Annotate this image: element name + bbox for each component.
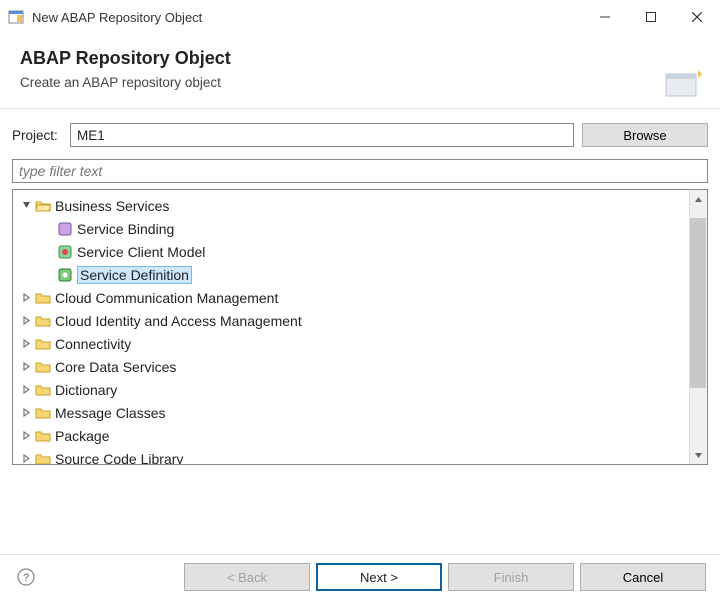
cancel-button[interactable]: Cancel xyxy=(580,563,706,591)
scroll-up-icon[interactable] xyxy=(690,190,707,208)
chevron-right-icon xyxy=(19,429,33,443)
minimize-button[interactable] xyxy=(582,1,628,33)
tree-node-service-binding[interactable]: Service Binding xyxy=(13,217,707,240)
project-label: Project: xyxy=(12,128,62,143)
tree-node-service-definition[interactable]: Service Definition xyxy=(13,263,707,286)
tree-scrollbar[interactable] xyxy=(689,190,707,464)
chevron-right-icon xyxy=(19,452,33,465)
filter-input[interactable] xyxy=(12,159,708,183)
app-icon xyxy=(8,9,24,25)
folder-icon xyxy=(35,405,51,421)
tree-node[interactable]: Source Code Library xyxy=(13,447,707,464)
page-subtitle: Create an ABAP repository object xyxy=(20,75,700,90)
tree-label: Message Classes xyxy=(55,405,166,421)
maximize-button[interactable] xyxy=(628,1,674,33)
banner-icon xyxy=(662,68,702,100)
chevron-right-icon xyxy=(19,314,33,328)
project-input[interactable] xyxy=(70,123,574,147)
folder-icon xyxy=(35,336,51,352)
tree-label: Service Binding xyxy=(77,221,174,237)
chevron-right-icon xyxy=(19,406,33,420)
wizard-header: ABAP Repository Object Create an ABAP re… xyxy=(0,34,720,109)
tree-label: Service Definition xyxy=(77,266,192,284)
folder-icon xyxy=(35,428,51,444)
tree-node[interactable]: Cloud Identity and Access Management xyxy=(13,309,707,332)
folder-icon xyxy=(35,313,51,329)
service-client-icon xyxy=(57,244,73,260)
chevron-right-icon xyxy=(19,360,33,374)
folder-icon xyxy=(35,290,51,306)
button-bar: ? < Back Next > Finish Cancel xyxy=(0,554,720,599)
tree-node[interactable]: Package xyxy=(13,424,707,447)
scroll-thumb[interactable] xyxy=(690,218,706,388)
chevron-right-icon xyxy=(19,291,33,305)
tree-node[interactable]: Message Classes xyxy=(13,401,707,424)
chevron-right-icon xyxy=(19,383,33,397)
tree-node[interactable]: Core Data Services xyxy=(13,355,707,378)
back-button: < Back xyxy=(184,563,310,591)
tree-node-service-client-model[interactable]: Service Client Model xyxy=(13,240,707,263)
help-button[interactable]: ? xyxy=(14,565,38,589)
window-title: New ABAP Repository Object xyxy=(32,10,582,25)
svg-text:?: ? xyxy=(23,572,29,584)
tree-label: Cloud Identity and Access Management xyxy=(55,313,302,329)
tree-label: Dictionary xyxy=(55,382,117,398)
page-title: ABAP Repository Object xyxy=(20,48,700,69)
tree-node[interactable]: Connectivity xyxy=(13,332,707,355)
project-row: Project: Browse xyxy=(0,109,720,155)
tree-label: Business Services xyxy=(55,198,169,214)
tree-label: Source Code Library xyxy=(55,451,183,465)
folder-icon xyxy=(35,382,51,398)
chevron-down-icon xyxy=(19,199,33,213)
tree-label: Cloud Communication Management xyxy=(55,290,278,306)
tree-node-business-services[interactable]: Business Services xyxy=(13,194,707,217)
object-tree: Business Services Service Binding Servic… xyxy=(12,189,708,465)
folder-open-icon xyxy=(35,198,51,214)
browse-button[interactable]: Browse xyxy=(582,123,708,147)
tree-label: Core Data Services xyxy=(55,359,176,375)
service-definition-icon xyxy=(57,267,73,283)
tree-node[interactable]: Cloud Communication Management xyxy=(13,286,707,309)
next-button[interactable]: Next > xyxy=(316,563,442,591)
close-button[interactable] xyxy=(674,1,720,33)
scroll-down-icon[interactable] xyxy=(690,446,707,464)
tree-label: Connectivity xyxy=(55,336,131,352)
folder-icon xyxy=(35,359,51,375)
tree-list[interactable]: Business Services Service Binding Servic… xyxy=(13,190,707,464)
finish-button: Finish xyxy=(448,563,574,591)
folder-icon xyxy=(35,451,51,465)
service-binding-icon xyxy=(57,221,73,237)
titlebar: New ABAP Repository Object xyxy=(0,0,720,34)
tree-label: Package xyxy=(55,428,109,444)
tree-label: Service Client Model xyxy=(77,244,205,260)
tree-node[interactable]: Dictionary xyxy=(13,378,707,401)
chevron-right-icon xyxy=(19,337,33,351)
